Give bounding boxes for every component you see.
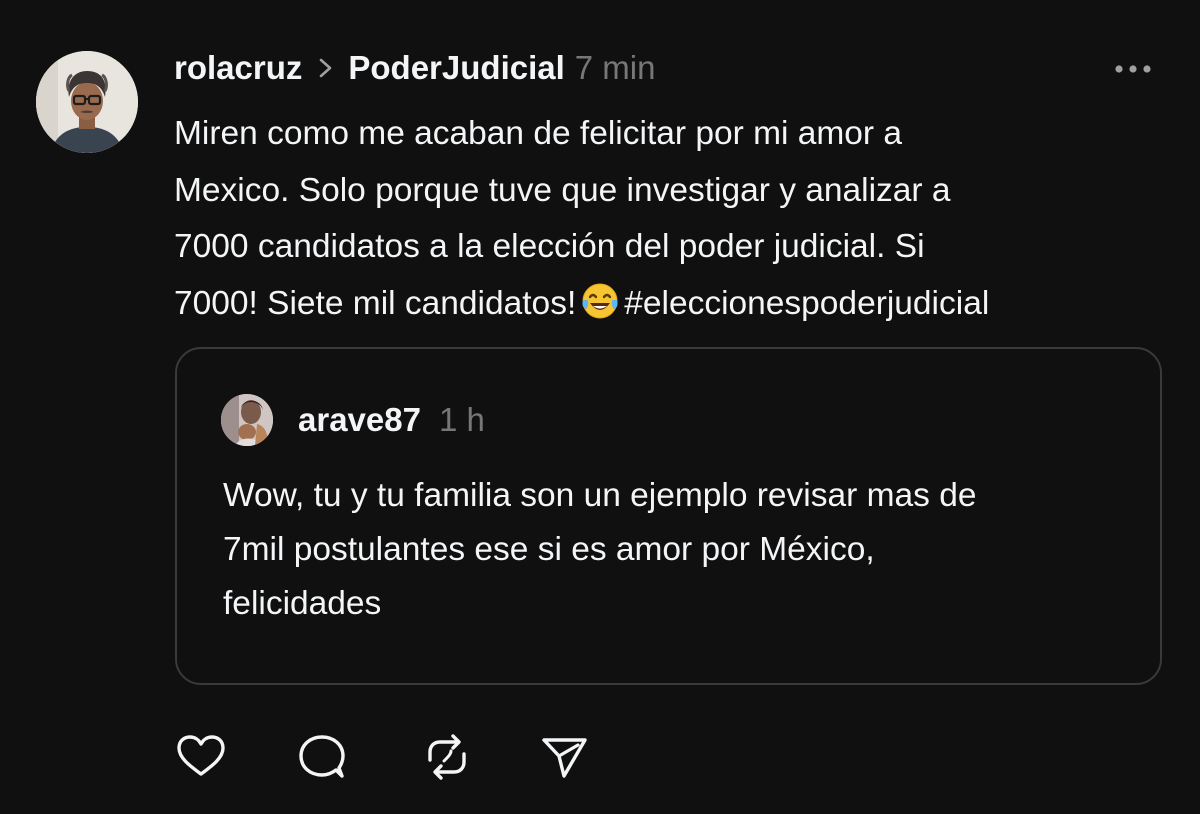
chevron-right-icon [312, 44, 340, 92]
author-avatar[interactable] [36, 51, 138, 153]
face-with-tears-of-joy-icon [580, 280, 620, 320]
post-text-line: Miren como me acaban de felicitar por mi… [174, 115, 902, 152]
share-icon[interactable] [538, 732, 592, 782]
post-time: 7 min [574, 49, 656, 86]
post-text-line: Mexico. Solo porque tuve que investigar … [174, 171, 951, 209]
heart-icon[interactable] [174, 732, 228, 782]
post-text-line: 7000! Siete mil candidatos! [174, 284, 577, 322]
quoted-post-card[interactable]: arave87 1 h Wow, tu y tu familia son un … [175, 347, 1162, 685]
more-options-icon[interactable] [1110, 56, 1158, 82]
quoted-post-time: 1 h [438, 401, 485, 438]
thread-post: rolacruz PoderJudicial 7 min Miren como … [0, 0, 1200, 814]
quoted-author-avatar[interactable] [221, 394, 273, 446]
quoted-text-line: Wow, tu y tu familia son un ejemplo revi… [223, 477, 977, 514]
quoted-text-line: felicidades [223, 585, 382, 622]
post-header: rolacruz PoderJudicial 7 min [174, 44, 655, 92]
quoted-author-username[interactable]: arave87 [298, 401, 421, 439]
repost-icon[interactable] [420, 732, 474, 782]
post-text-line: 7000 candidatos a la elección del poder … [174, 228, 925, 265]
quoted-text-line: 7mil postulantes ese si es amor por Méxi… [223, 531, 875, 568]
post-text: Miren como me acaban de felicitar por mi… [174, 106, 1174, 332]
quoted-post-text: Wow, tu y tu familia son un ejemplo revi… [223, 469, 1143, 631]
quoted-post-header: arave87 1 h [298, 397, 485, 443]
hashtag-link[interactable]: #eleccionespoderjudicial [624, 285, 989, 322]
community-name[interactable]: PoderJudicial [348, 49, 564, 87]
author-username[interactable]: rolacruz [174, 49, 302, 87]
comment-icon[interactable] [296, 732, 350, 782]
